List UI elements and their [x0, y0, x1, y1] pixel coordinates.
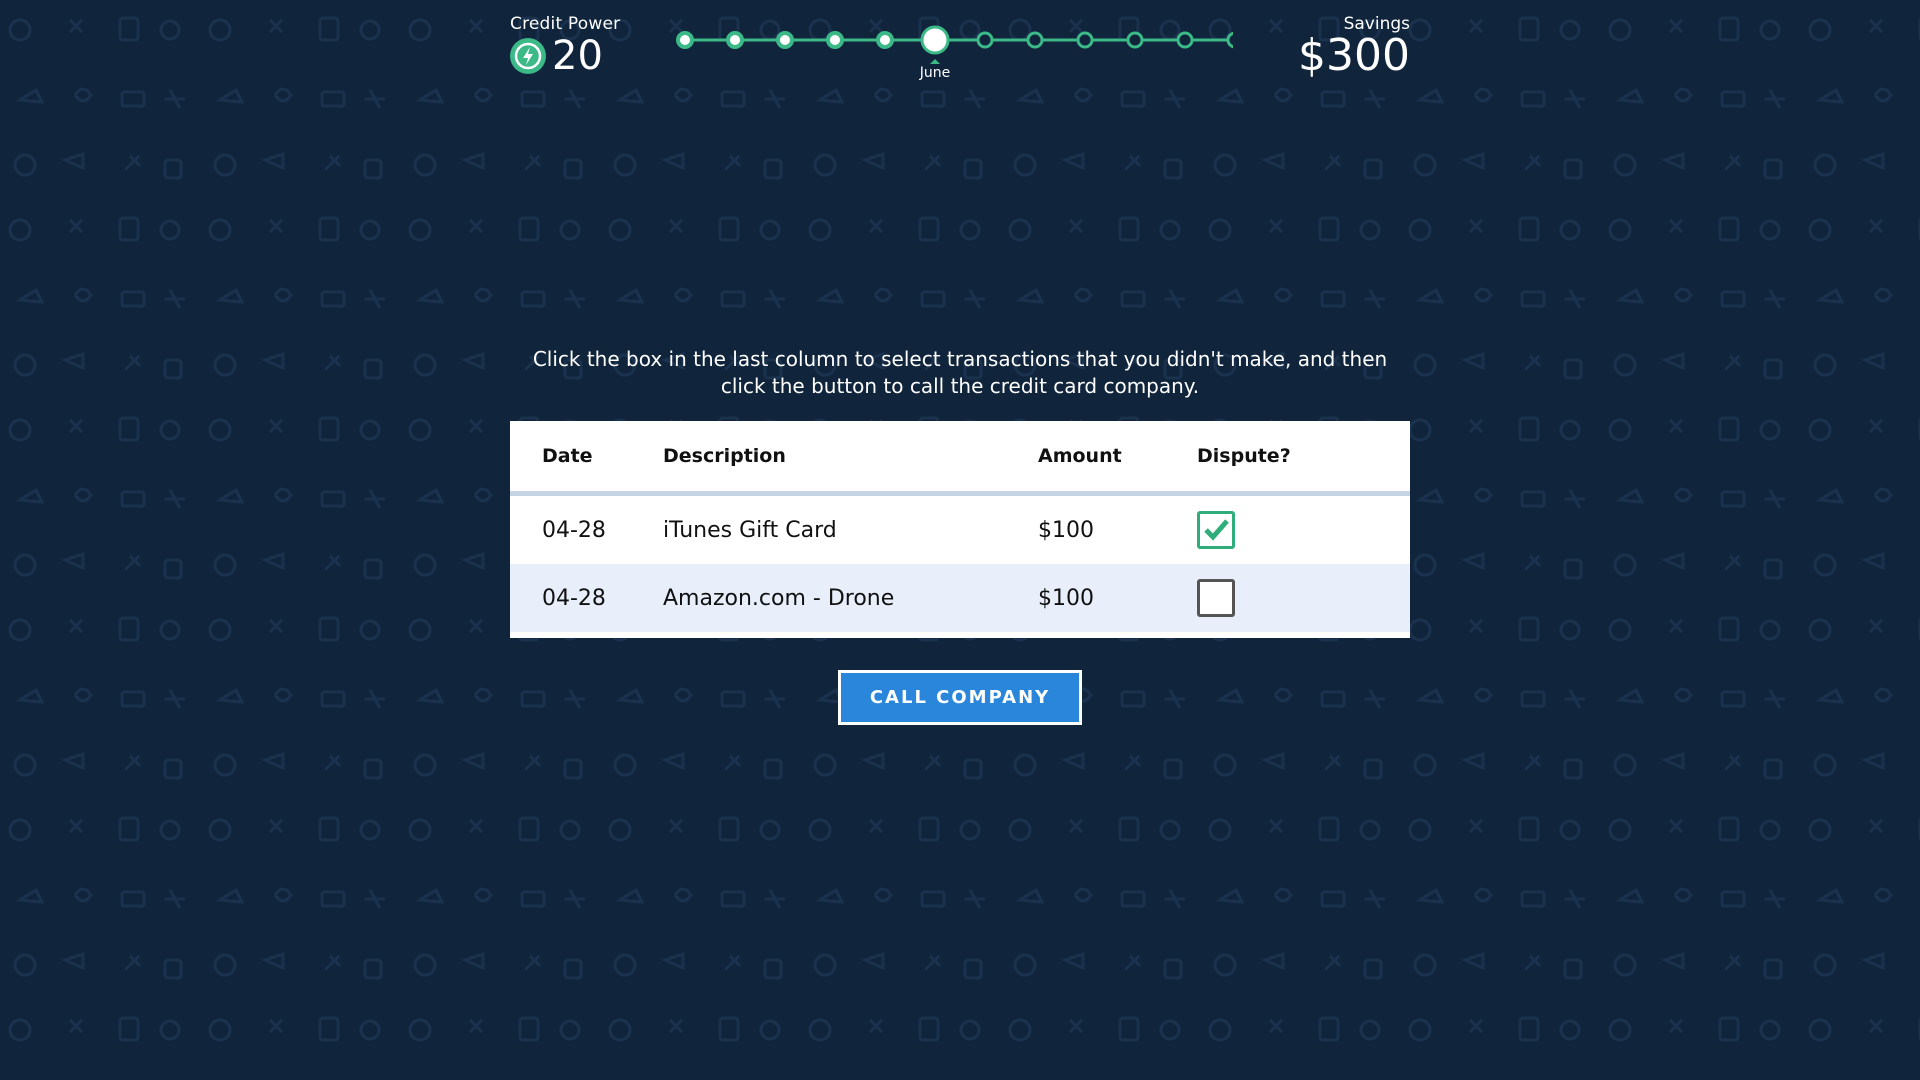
credit-power-value: 20 [552, 33, 603, 79]
game-header: Credit Power 20 June Savings $300 [510, 14, 1410, 84]
header-description: Description [663, 445, 786, 467]
timeline-completed-step [726, 31, 744, 49]
table-header: Date Description Amount Dispute? [510, 421, 1410, 496]
timeline-future-step [1176, 31, 1194, 49]
call-company-button[interactable]: CALL COMPANY [838, 670, 1082, 725]
dispute-checkbox[interactable] [1197, 579, 1235, 617]
credit-power-label: Credit Power [510, 14, 621, 34]
timeline-current-label: June [919, 65, 951, 80]
credit-power: Credit Power 20 [510, 14, 620, 76]
month-timeline: June [676, 25, 1233, 80]
row-description: iTunes Gift Card [663, 517, 837, 543]
transactions-table: Date Description Amount Dispute? 04-28 i… [510, 421, 1410, 638]
row-description: Amazon.com - Drone [663, 585, 895, 611]
timeline-future-step [1026, 31, 1044, 49]
header-amount: Amount [1038, 445, 1122, 467]
current-step-pointer-icon [930, 59, 940, 64]
timeline-future-step [1076, 31, 1094, 49]
row-amount: $100 [1038, 517, 1094, 543]
header-date: Date [542, 445, 593, 467]
table-row: 04-28 Amazon.com - Drone $100 [510, 564, 1410, 632]
timeline-future-step [976, 31, 994, 49]
savings: Savings $300 [1298, 14, 1410, 78]
row-date: 04-28 [542, 585, 606, 611]
timeline-current-step [920, 25, 950, 55]
lightning-bolt-icon [510, 38, 546, 74]
timeline-completed-step [826, 31, 844, 49]
timeline-future-step [1126, 31, 1144, 49]
table-row: 04-28 iTunes Gift Card $100 [510, 496, 1410, 564]
timeline-future-step [1226, 31, 1233, 49]
dispute-checkbox[interactable] [1197, 511, 1235, 549]
timeline-completed-step [676, 31, 694, 49]
instructions-text: Click the box in the last column to sele… [532, 347, 1388, 398]
row-amount: $100 [1038, 585, 1094, 611]
checkmark-icon [1204, 519, 1229, 541]
timeline-completed-step [876, 31, 894, 49]
header-dispute: Dispute? [1197, 445, 1291, 467]
row-date: 04-28 [542, 517, 606, 543]
timeline-completed-step [776, 31, 794, 49]
savings-value: $300 [1298, 30, 1410, 81]
